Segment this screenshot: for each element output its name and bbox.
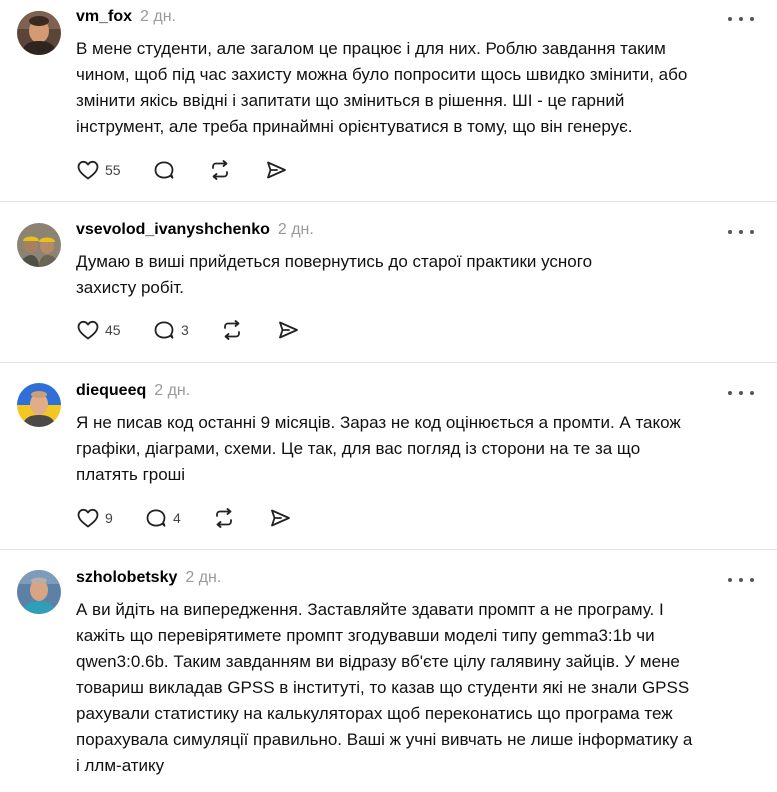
more-options-icon[interactable] [728, 12, 754, 26]
more-options-icon[interactable] [728, 573, 754, 587]
avatar[interactable] [17, 570, 61, 614]
post-text-line: Думаю в виші прийдеться повернутись до с… [76, 252, 593, 271]
timestamp[interactable]: 2 дн. [185, 569, 221, 587]
repost-icon [208, 158, 232, 182]
share-button[interactable] [264, 156, 304, 184]
avatar[interactable] [17, 223, 61, 267]
repost-icon [212, 506, 236, 530]
post-header: vsevolod_ivanyshchenko 2 дн. [76, 221, 314, 243]
avatar[interactable] [17, 11, 61, 55]
post-text-line: рахували статистику на калькуляторах щоб… [76, 704, 673, 723]
post: szholobetsky 2 дн. А ви йдіть на виперед… [0, 550, 777, 792]
send-icon [276, 318, 300, 342]
post-text-line: чином, щоб під час захисту можна було по… [76, 65, 688, 84]
post-text-line: А ви йдіть на випередження. Заставляйте … [76, 600, 664, 619]
send-icon [264, 158, 288, 182]
reply-count: 4 [173, 510, 181, 526]
repost-button[interactable] [212, 504, 268, 532]
reply-button[interactable]: 4 [144, 504, 212, 532]
reply-button[interactable] [152, 156, 208, 184]
comment-icon [152, 158, 176, 182]
more-options-icon[interactable] [728, 225, 754, 239]
post-text-line: графіки, діаграми, схеми. Це так, для ва… [76, 439, 641, 458]
username[interactable]: vsevolod_ivanyshchenko [76, 221, 270, 239]
heart-icon [76, 506, 100, 530]
like-button[interactable]: 9 [76, 504, 144, 532]
post-text-line: порахувала симуляції правильно. Ваші ж у… [76, 730, 693, 749]
post-text-line: платять гроші [76, 465, 186, 484]
post-text-line: змінити якісь ввідні і запитати що зміни… [76, 91, 625, 110]
post-actions: 55 [76, 156, 304, 184]
timestamp[interactable]: 2 дн. [278, 221, 314, 239]
share-button[interactable] [268, 504, 308, 532]
more-options-icon[interactable] [728, 386, 754, 400]
post-text: Думаю в виші прийдеться повернутись до с… [76, 249, 766, 301]
heart-icon [76, 318, 100, 342]
like-button[interactable]: 55 [76, 156, 152, 184]
share-button[interactable] [276, 316, 316, 344]
timestamp[interactable]: 2 дн. [140, 8, 176, 26]
like-button[interactable]: 45 [76, 316, 152, 344]
post-text-line: і ллм-атику [76, 756, 165, 775]
avatar[interactable] [17, 383, 61, 427]
post-text-line: захисту робіт. [76, 278, 184, 297]
post: vsevolod_ivanyshchenko 2 дн. Думаю в виш… [0, 202, 777, 363]
like-count: 9 [105, 510, 113, 526]
post-header: diequeeq 2 дн. [76, 382, 190, 404]
post-header: vm_fox 2 дн. [76, 8, 176, 30]
post-actions: 45 3 [76, 316, 316, 344]
reply-button[interactable]: 3 [152, 316, 220, 344]
like-count: 45 [105, 322, 121, 338]
post-text-line: Я не писав код останні 9 місяців. Зараз … [76, 413, 681, 432]
post-text: В мене студенти, але загалом це працює і… [76, 36, 766, 140]
post-text: А ви йдіть на випередження. Заставляйте … [76, 597, 766, 779]
username[interactable]: diequeeq [76, 382, 146, 400]
post: diequeeq 2 дн. Я не писав код останні 9 … [0, 363, 777, 550]
post-text-line: інструмент, але треба принаймні орієнтув… [76, 117, 633, 136]
post-text-line: кажіть що перевірятимете промпт згодував… [76, 626, 655, 645]
post: vm_fox 2 дн. В мене студенти, але загало… [0, 0, 777, 202]
comment-icon [152, 318, 176, 342]
send-icon [268, 506, 292, 530]
timestamp[interactable]: 2 дн. [154, 382, 190, 400]
post-text-line: В мене студенти, але загалом це працює і… [76, 39, 666, 58]
post-actions: 9 4 [76, 504, 308, 532]
comment-icon [144, 506, 168, 530]
repost-icon [220, 318, 244, 342]
username[interactable]: vm_fox [76, 8, 132, 26]
post-header: szholobetsky 2 дн. [76, 569, 221, 591]
like-count: 55 [105, 162, 121, 178]
post-text-line: qwen3:0.6b. Таким завданням ви відразу в… [76, 652, 680, 671]
post-text: Я не писав код останні 9 місяців. Зараз … [76, 410, 766, 488]
heart-icon [76, 158, 100, 182]
repost-button[interactable] [220, 316, 276, 344]
username[interactable]: szholobetsky [76, 569, 177, 587]
reply-count: 3 [181, 322, 189, 338]
repost-button[interactable] [208, 156, 264, 184]
post-text-line: товариш викладав GPSS в інституті, то ка… [76, 678, 690, 697]
